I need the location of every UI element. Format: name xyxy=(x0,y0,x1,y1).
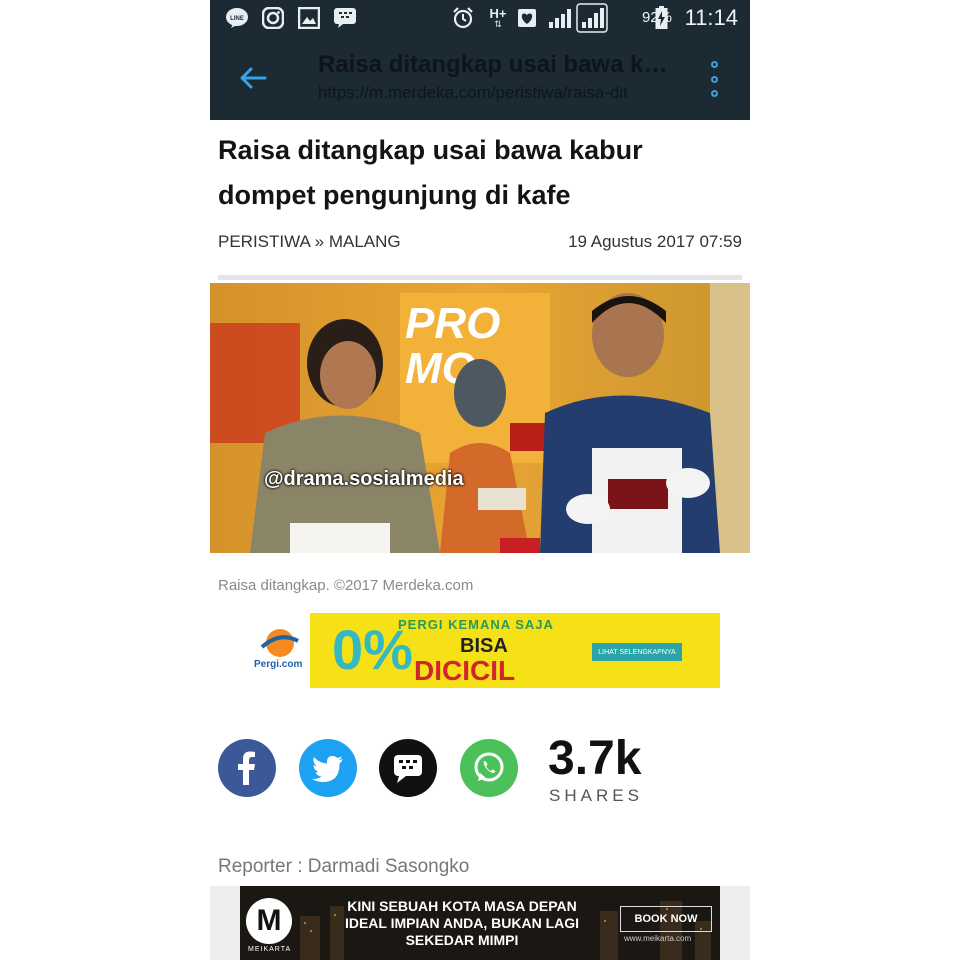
pergi-ad-banner[interactable]: Pergi.com 0% PERGI KEMANA SAJA BISA DICI… xyxy=(250,613,720,688)
meikarta-ad-banner[interactable]: M MEIKARTA KINI SEBUAH KOTA MASA DEPAN I… xyxy=(240,886,720,960)
bbm-icon xyxy=(332,6,358,30)
book-now-button[interactable]: BOOK NOW xyxy=(620,906,712,932)
reporter-line: Reporter : Darmadi Sasongko xyxy=(218,856,470,877)
page-title: Raisa ditangkap usai bawa k… xyxy=(318,51,668,78)
bbm-share-button[interactable] xyxy=(379,739,437,797)
pergi-ad-content: 0% PERGI KEMANA SAJA BISA DICICIL LIHAT … xyxy=(310,613,720,688)
photo-caption: Raisa ditangkap. ©2017 Merdeka.com xyxy=(218,577,474,594)
alarm-icon xyxy=(450,6,476,30)
instagram-icon xyxy=(260,6,286,30)
phone-screen: LINE H+ ⇅ 92% 11:14 xyxy=(210,0,750,960)
browser-toolbar: Raisa ditangkap usai bawa k… https://m.m… xyxy=(210,37,750,120)
network-h-plus-icon: H+ ⇅ xyxy=(489,6,507,29)
meikarta-url: www.meikarta.com xyxy=(624,934,692,943)
article-headline: Raisa ditangkap usai bawa kabur dompet p… xyxy=(218,135,643,210)
article-category[interactable]: PERISTIWA » MALANG xyxy=(218,232,401,252)
meikarta-logo: M xyxy=(246,898,292,944)
pergi-logo: Pergi.com xyxy=(250,613,310,688)
signal-icon xyxy=(576,3,608,33)
photo-watermark: @drama.sosialmedia xyxy=(264,468,464,490)
facebook-share-button[interactable] xyxy=(218,739,276,797)
share-count-label: SHARES xyxy=(549,786,643,805)
ad-cta-button[interactable]: LIHAT SELENGKAPNYA xyxy=(592,643,682,661)
overflow-menu-icon[interactable] xyxy=(704,61,724,97)
meikarta-brand: MEIKARTA xyxy=(248,946,292,953)
battery-icon xyxy=(654,6,668,30)
gallery-icon xyxy=(296,6,322,30)
heart-icon xyxy=(514,6,540,30)
back-arrow-icon[interactable] xyxy=(236,61,270,95)
clock: 11:14 xyxy=(684,5,738,30)
article-photo: PRO MO @drama.sosialmedia xyxy=(210,283,750,553)
signal-icon xyxy=(546,6,576,30)
twitter-share-button[interactable] xyxy=(299,739,357,797)
share-count: 3.7k xyxy=(548,732,642,785)
meikarta-ad-text: KINI SEBUAH KOTA MASA DEPAN IDEAL IMPIAN… xyxy=(344,898,580,948)
divider xyxy=(218,275,742,280)
whatsapp-share-button[interactable] xyxy=(460,739,518,797)
svg-text:LINE: LINE xyxy=(230,16,244,22)
article-date: 19 Agustus 2017 07:59 xyxy=(568,232,742,251)
status-bar: LINE H+ ⇅ 92% 11:14 xyxy=(210,0,750,37)
line-icon: LINE xyxy=(224,6,250,30)
page-url[interactable]: https://m.merdeka.com/peristiwa/raisa-di… xyxy=(318,83,680,103)
svg-text:PRO: PRO xyxy=(405,299,500,348)
